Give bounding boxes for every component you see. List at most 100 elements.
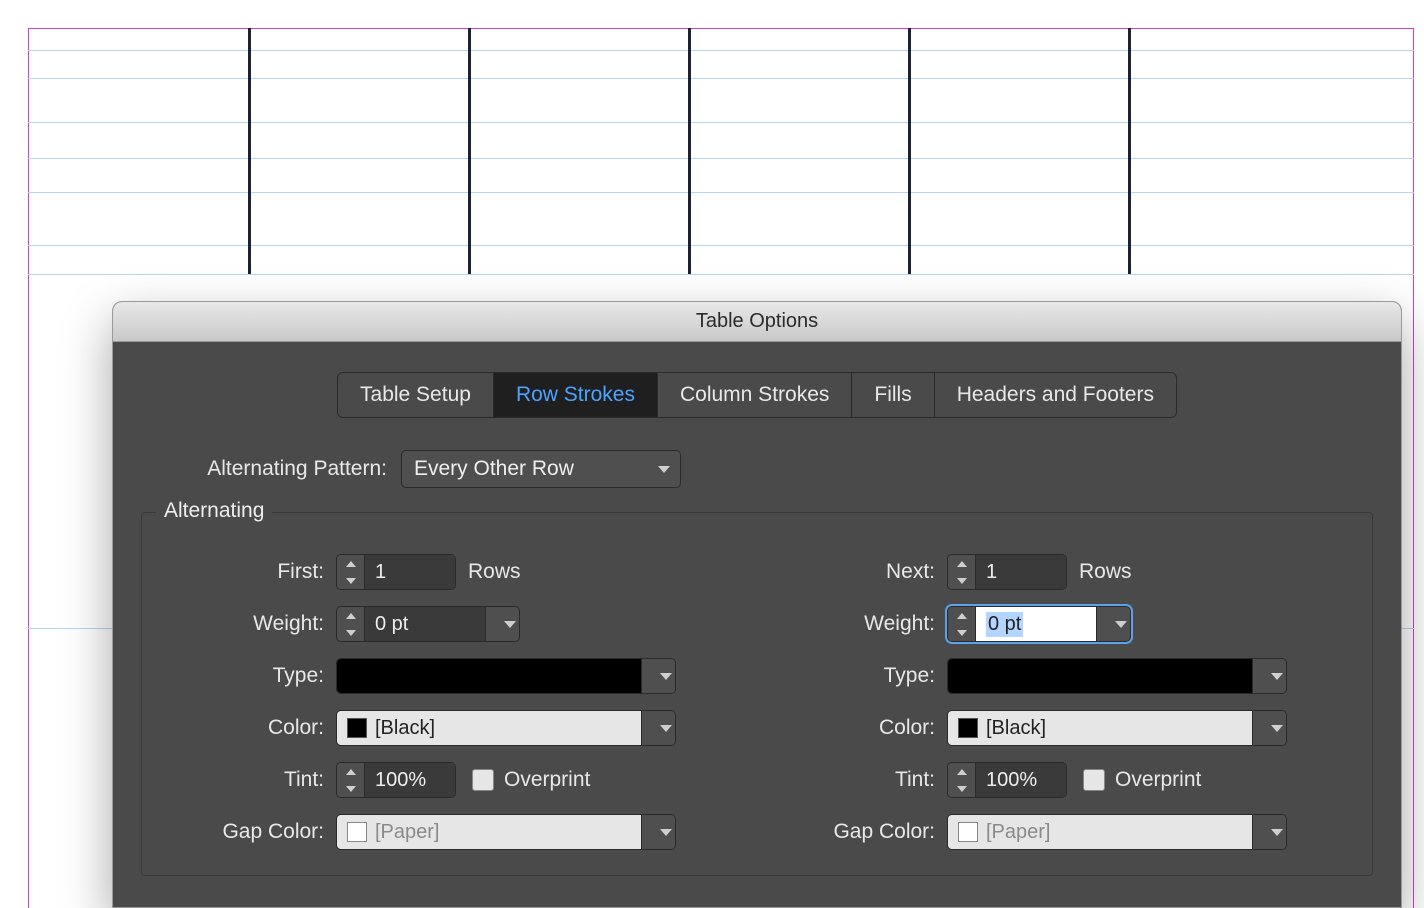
tab-fills[interactable]: Fills [852, 373, 934, 417]
first-color-dropdown[interactable] [641, 711, 675, 745]
first-color-label: Color: [166, 716, 336, 740]
tab-headers-footers[interactable]: Headers and Footers [935, 373, 1176, 417]
first-type-label: Type: [166, 664, 336, 688]
alternating-pattern-label: Alternating Pattern: [141, 457, 401, 481]
table-row-guide [28, 122, 1414, 123]
next-gap-color-select[interactable]: [Paper] [947, 814, 1287, 850]
table-column-border [248, 28, 251, 274]
stepper-up-icon[interactable] [337, 763, 364, 780]
next-color-dropdown[interactable] [1252, 711, 1286, 745]
next-weight-input[interactable]: 0 pt [947, 606, 1131, 642]
color-swatch-icon [958, 822, 978, 842]
checkbox-icon [1083, 769, 1105, 791]
chevron-down-icon [658, 466, 670, 473]
next-group: Next: 1 Rows Weight: 0 pt [777, 553, 1348, 865]
table-options-dialog: Table Options Table Setup Row Strokes Co… [112, 301, 1402, 908]
first-weight-input[interactable]: 0 pt [336, 606, 520, 642]
next-rows-label: Next: [777, 560, 947, 584]
stepper-down-icon[interactable] [948, 572, 975, 589]
next-weight-value[interactable]: 0 pt [976, 607, 1096, 641]
chevron-down-icon [660, 829, 672, 836]
next-color-label: Color: [777, 716, 947, 740]
dialog-tabs: Table Setup Row Strokes Column Strokes F… [337, 372, 1177, 418]
first-type-dropdown[interactable] [641, 659, 675, 693]
chevron-down-icon [1271, 829, 1283, 836]
table-row-guide [28, 192, 1414, 193]
first-tint-stepper[interactable]: 100% [336, 762, 456, 798]
first-color-select[interactable]: [Black] [336, 710, 676, 746]
first-tint-value[interactable]: 100% [365, 763, 455, 797]
stepper-up-icon[interactable] [948, 607, 975, 624]
first-rows-stepper[interactable]: 1 [336, 554, 456, 590]
first-rows-value[interactable]: 1 [365, 555, 455, 589]
next-weight-label: Weight: [777, 612, 947, 636]
chevron-down-icon [504, 621, 516, 628]
next-gap-color-dropdown[interactable] [1252, 815, 1286, 849]
next-rows-unit: Rows [1079, 560, 1132, 584]
tab-column-strokes[interactable]: Column Strokes [658, 373, 852, 417]
alternating-pattern-select[interactable]: Every Other Row [401, 450, 681, 488]
next-gap-color-value: [Paper] [986, 821, 1050, 844]
stepper-down-icon[interactable] [948, 780, 975, 797]
table-column-border [1128, 28, 1131, 274]
tab-row-strokes[interactable]: Row Strokes [494, 373, 658, 417]
stepper-up-icon[interactable] [337, 607, 364, 624]
first-weight-label: Weight: [166, 612, 336, 636]
stepper-down-icon[interactable] [337, 572, 364, 589]
first-color-value: [Black] [375, 717, 435, 740]
stepper-up-icon[interactable] [948, 555, 975, 572]
stepper-down-icon[interactable] [337, 780, 364, 797]
table-row-guide [28, 78, 1414, 79]
chevron-down-icon [660, 725, 672, 732]
chevron-down-icon [1271, 725, 1283, 732]
next-color-value: [Black] [986, 717, 1046, 740]
chevron-down-icon [1115, 621, 1127, 628]
stepper-up-icon[interactable] [948, 763, 975, 780]
next-gap-color-label: Gap Color: [777, 820, 947, 844]
next-rows-value[interactable]: 1 [976, 555, 1066, 589]
table-row-guide [28, 158, 1414, 159]
next-tint-stepper[interactable]: 100% [947, 762, 1067, 798]
table-column-border [908, 28, 911, 274]
first-rows-unit: Rows [468, 560, 521, 584]
color-swatch-icon [347, 718, 367, 738]
first-overprint-checkbox[interactable]: Overprint [472, 768, 590, 792]
first-gap-color-dropdown[interactable] [641, 815, 675, 849]
table-row-guide [28, 245, 1414, 246]
next-weight-dropdown[interactable] [1096, 607, 1130, 641]
first-tint-label: Tint: [166, 768, 336, 792]
next-type-dropdown[interactable] [1252, 659, 1286, 693]
next-type-swatch [948, 659, 1252, 693]
alternating-pattern-value: Every Other Row [414, 457, 574, 481]
first-gap-color-select[interactable]: [Paper] [336, 814, 676, 850]
first-weight-value[interactable]: 0 pt [365, 607, 485, 641]
first-rows-label: First: [166, 560, 336, 584]
chevron-down-icon [1271, 673, 1283, 680]
color-swatch-icon [958, 718, 978, 738]
next-tint-value[interactable]: 100% [976, 763, 1066, 797]
alternating-fieldset: Alternating First: 1 Rows Weight: [141, 512, 1373, 876]
checkbox-icon [472, 769, 494, 791]
first-type-swatch [337, 659, 641, 693]
dialog-title: Table Options [113, 302, 1401, 342]
first-weight-dropdown[interactable] [485, 607, 519, 641]
table-row-guide [28, 50, 1414, 51]
alternating-legend: Alternating [156, 499, 272, 523]
next-overprint-checkbox[interactable]: Overprint [1083, 768, 1201, 792]
first-gap-color-value: [Paper] [375, 821, 439, 844]
next-type-select[interactable] [947, 658, 1287, 694]
first-group: First: 1 Rows Weight: 0 pt [166, 553, 737, 865]
color-swatch-icon [347, 822, 367, 842]
table-column-border [468, 28, 471, 274]
first-overprint-label: Overprint [504, 768, 590, 792]
table-row-guide [28, 274, 1414, 275]
stepper-down-icon[interactable] [948, 624, 975, 641]
tab-table-setup[interactable]: Table Setup [338, 373, 494, 417]
stepper-down-icon[interactable] [337, 624, 364, 641]
next-color-select[interactable]: [Black] [947, 710, 1287, 746]
next-tint-label: Tint: [777, 768, 947, 792]
stepper-up-icon[interactable] [337, 555, 364, 572]
first-gap-color-label: Gap Color: [166, 820, 336, 844]
next-rows-stepper[interactable]: 1 [947, 554, 1067, 590]
first-type-select[interactable] [336, 658, 676, 694]
